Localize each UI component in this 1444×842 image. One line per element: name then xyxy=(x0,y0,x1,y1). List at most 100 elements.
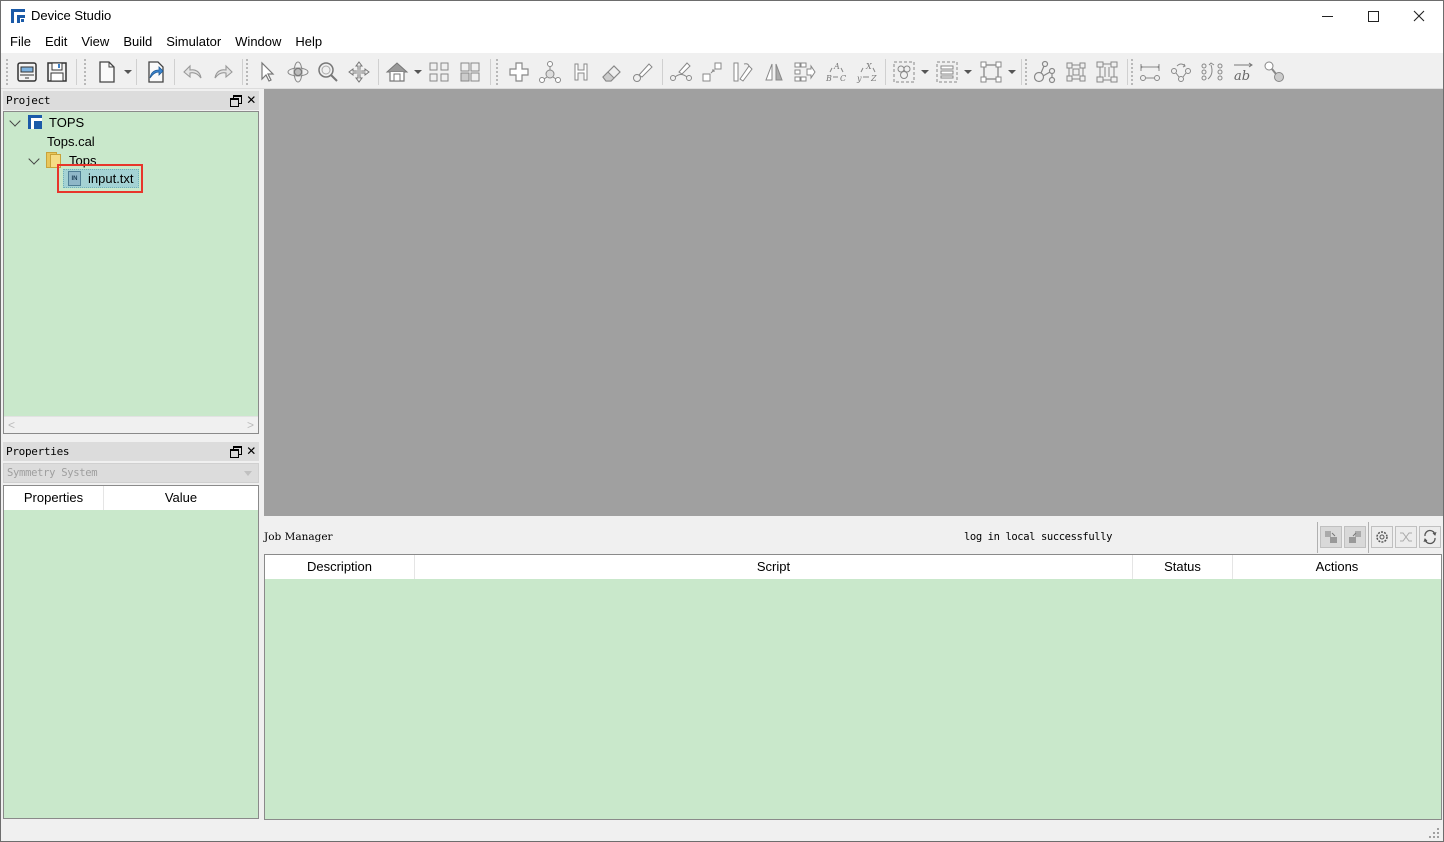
supercell-button[interactable] xyxy=(1062,58,1090,86)
resize-grip-icon[interactable] xyxy=(1429,828,1439,838)
eraser-button[interactable] xyxy=(598,58,626,86)
slice-button[interactable] xyxy=(729,58,757,86)
bounding-box-dropdown-icon[interactable] xyxy=(1008,70,1016,74)
abc-cycle-icon: AB C xyxy=(825,62,846,83)
float-panel-icon[interactable] xyxy=(230,95,243,107)
job-settings-tools xyxy=(1368,522,1443,553)
abc-cycle-button[interactable]: ABC xyxy=(822,58,850,86)
toolbar-grip[interactable] xyxy=(1131,59,1134,85)
align-button[interactable] xyxy=(933,58,961,86)
close-panel-icon[interactable]: ✕ xyxy=(246,442,256,461)
tree-item-tops-cal[interactable]: Tops.cal xyxy=(47,132,95,151)
title-bar: Device Studio xyxy=(1,1,1443,31)
select-group-button[interactable] xyxy=(890,58,918,86)
tops-project-icon xyxy=(28,115,42,129)
undo-button[interactable] xyxy=(179,58,207,86)
toolbar-grip[interactable] xyxy=(6,59,9,85)
tree-item-tops[interactable]: TOPS xyxy=(49,113,84,132)
redo-button[interactable] xyxy=(209,58,237,86)
refresh-icon xyxy=(1423,529,1437,545)
save-button[interactable] xyxy=(43,58,71,86)
toolbar-grip[interactable] xyxy=(84,59,87,85)
pan-button[interactable] xyxy=(345,58,373,86)
menu-simulator[interactable]: Simulator xyxy=(159,31,228,53)
menu-file[interactable]: File xyxy=(3,31,38,53)
bounding-box-button[interactable] xyxy=(977,58,1005,86)
project-panel-header: Project ✕ xyxy=(3,91,259,110)
settings-button[interactable] xyxy=(1371,526,1393,548)
mirror-button[interactable] xyxy=(760,58,788,86)
swap-atoms-button[interactable] xyxy=(1198,58,1226,86)
transform-button[interactable] xyxy=(791,58,819,86)
menu-view[interactable]: View xyxy=(74,31,116,53)
toolbar-separator xyxy=(1021,59,1022,85)
molecule-button[interactable] xyxy=(1031,58,1059,86)
menu-edit[interactable]: Edit xyxy=(38,31,74,53)
properties-table-header: Properties Value xyxy=(4,486,258,510)
close-button[interactable] xyxy=(1396,1,1442,31)
add-bond-button[interactable] xyxy=(536,58,564,86)
scale-button[interactable] xyxy=(698,58,726,86)
column-value[interactable]: Value xyxy=(104,486,258,510)
new-file-dropdown-icon[interactable] xyxy=(124,70,132,74)
rotate-bond-button[interactable] xyxy=(1167,58,1195,86)
vector-ab-button[interactable]: ab xyxy=(1229,58,1257,86)
shuffle-button[interactable] xyxy=(1395,526,1417,548)
toolbar-grip[interactable] xyxy=(246,59,249,85)
menu-window[interactable]: Window xyxy=(228,31,288,53)
home-view-dropdown-icon[interactable] xyxy=(414,70,422,74)
symmetry-system-combo[interactable]: Symmetry System xyxy=(3,463,259,483)
float-panel-icon[interactable] xyxy=(230,446,243,458)
select-group-dropdown-icon[interactable] xyxy=(921,70,929,74)
lattice-button[interactable] xyxy=(1093,58,1121,86)
select-group-icon xyxy=(893,61,915,83)
toolbar-separator xyxy=(490,59,491,85)
column-actions[interactable]: Actions xyxy=(1233,555,1441,579)
gear-icon xyxy=(1376,531,1388,543)
chevron-down-icon[interactable] xyxy=(28,153,40,165)
export-button[interactable] xyxy=(142,58,170,86)
column-status[interactable]: Status xyxy=(1133,555,1233,579)
rotate-button[interactable] xyxy=(284,58,312,86)
menu-help[interactable]: Help xyxy=(288,31,329,53)
maximize-button[interactable] xyxy=(1350,1,1396,31)
export-icon xyxy=(148,61,164,83)
toolbar-grip[interactable] xyxy=(496,59,499,85)
measure-button[interactable] xyxy=(629,58,657,86)
toolbar-grip[interactable] xyxy=(1025,59,1028,85)
lattice-icon xyxy=(1096,61,1118,83)
3d-viewport[interactable] xyxy=(264,89,1443,516)
home-view-button[interactable] xyxy=(383,58,411,86)
toolbar-separator xyxy=(662,59,663,85)
column-script[interactable]: Script xyxy=(415,555,1133,579)
link-button[interactable] xyxy=(1260,58,1288,86)
main-window: Device Studio File Edit View Build Simul… xyxy=(0,0,1444,842)
download-button[interactable] xyxy=(1320,526,1342,548)
scroll-left-icon[interactable]: < xyxy=(8,418,15,432)
minimize-button[interactable] xyxy=(1304,1,1350,31)
new-file-button[interactable] xyxy=(93,58,121,86)
refresh-button[interactable] xyxy=(1419,526,1441,548)
new-file-icon xyxy=(99,61,115,83)
chevron-down-icon[interactable] xyxy=(9,115,21,127)
scroll-right-icon[interactable]: > xyxy=(247,418,254,432)
mirror-icon xyxy=(765,63,783,81)
close-panel-icon[interactable]: ✕ xyxy=(246,91,256,110)
upload-button[interactable] xyxy=(1344,526,1366,548)
select-button[interactable] xyxy=(253,58,281,86)
distance-button[interactable] xyxy=(1136,58,1164,86)
align-icon xyxy=(936,61,958,83)
open-project-button[interactable] xyxy=(13,58,41,86)
hydrogen-button[interactable] xyxy=(567,58,595,86)
add-atom-button[interactable] xyxy=(505,58,533,86)
zoom-button[interactable] xyxy=(314,58,342,86)
xyz-cycle-button[interactable]: XyZ xyxy=(853,58,881,86)
edit-bond-button[interactable] xyxy=(667,58,695,86)
menu-build[interactable]: Build xyxy=(116,31,159,53)
column-properties[interactable]: Properties xyxy=(4,486,104,510)
column-description[interactable]: Description xyxy=(265,555,415,579)
horizontal-scrollbar[interactable]: < > xyxy=(4,416,258,433)
fit-view-button[interactable] xyxy=(425,58,453,86)
align-dropdown-icon[interactable] xyxy=(964,70,972,74)
grid-view-button[interactable] xyxy=(456,58,484,86)
